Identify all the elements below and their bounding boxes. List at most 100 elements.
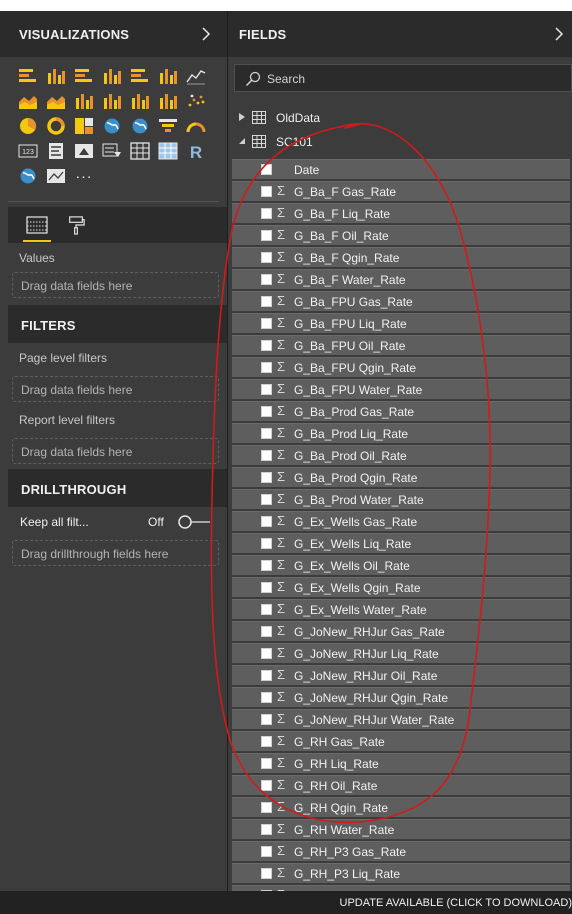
line-clustered-column-icon[interactable] [70,88,98,113]
field-row[interactable]: Σ G_Ba_FPU Qgin_Rate [232,357,570,377]
field-checkbox[interactable] [261,384,272,395]
field-row[interactable]: Σ G_Ba_F Qgin_Rate [232,247,570,267]
field-checkbox[interactable] [261,472,272,483]
field-row[interactable]: Σ G_Ba_Prod Water_Rate [232,489,570,509]
field-row[interactable]: Σ G_RH_P3 Gas_Rate [232,841,570,861]
ribbon-chart-icon[interactable] [126,88,154,113]
field-checkbox[interactable] [261,626,272,637]
field-checkbox[interactable] [261,714,272,725]
field-row[interactable]: Σ G_Ba_FPU Oil_Rate [232,335,570,355]
field-row[interactable]: Σ G_Ba_Prod Gas_Rate [232,401,570,421]
field-row[interactable]: Σ G_JoNew_RHJur Liq_Rate [232,643,570,663]
image-visual-icon[interactable] [42,163,70,188]
field-row[interactable]: Σ G_Ex_Wells Liq_Rate [232,533,570,553]
more-visuals-icon[interactable]: ··· [70,163,98,188]
field-checkbox[interactable] [261,494,272,505]
field-checkbox[interactable] [261,582,272,593]
expand-arrow-icon[interactable] [238,112,246,122]
field-checkbox[interactable] [261,362,272,373]
field-checkbox[interactable] [261,824,272,835]
field-checkbox[interactable] [261,868,272,879]
map-icon[interactable] [98,113,126,138]
field-checkbox[interactable] [261,230,272,241]
field-row[interactable]: Σ G_RH Gas_Rate [232,731,570,751]
stacked-column-chart-icon[interactable] [42,63,70,88]
field-checkbox[interactable] [261,736,272,747]
field-checkbox[interactable] [261,648,272,659]
field-row[interactable]: Σ G_Ba_Prod Oil_Rate [232,445,570,465]
clustered-column-chart-icon[interactable] [98,63,126,88]
field-row[interactable]: Σ G_JoNew_RHJur Water_Rate [232,709,570,729]
field-checkbox[interactable] [261,538,272,549]
page-filters-drop-zone[interactable]: Drag data fields here [12,376,219,402]
fields-tab-icon[interactable] [23,213,51,237]
field-row[interactable]: Σ G_Ba_Prod Qgin_Rate [232,467,570,487]
field-row[interactable]: Σ G_Ex_Wells Qgin_Rate [232,577,570,597]
field-row[interactable]: Σ G_RH_P3 Liq_Rate [232,863,570,883]
100-stacked-column-chart-icon[interactable] [154,63,182,88]
field-row[interactable]: Σ G_Ba_F Gas_Rate [232,181,570,201]
donut-chart-icon[interactable] [42,113,70,138]
field-row[interactable]: Σ G_Ba_F Oil_Rate [232,225,570,245]
collapse-arrow-icon[interactable] [238,136,246,146]
field-checkbox[interactable] [261,758,272,769]
field-row[interactable]: Σ G_Ex_Wells Water_Rate [232,599,570,619]
scatter-chart-icon[interactable] [182,88,210,113]
update-available-bar[interactable]: UPDATE AVAILABLE (CLICK TO DOWNLOAD) [0,891,572,914]
field-row[interactable]: Σ G_RH Water_Rate [232,819,570,839]
field-checkbox[interactable] [261,692,272,703]
field-checkbox[interactable] [261,802,272,813]
field-checkbox[interactable] [261,164,272,175]
field-checkbox[interactable] [261,318,272,329]
drillthrough-drop-zone[interactable]: Drag drillthrough fields here [12,540,219,566]
funnel-chart-icon[interactable] [154,113,182,138]
r-script-visual-icon[interactable]: R [182,138,210,163]
kpi-icon[interactable] [70,138,98,163]
waterfall-chart-icon[interactable] [154,88,182,113]
field-checkbox[interactable] [261,450,272,461]
field-row[interactable]: Σ G_Ba_FPU Gas_Rate [232,291,570,311]
report-filters-drop-zone[interactable]: Drag data fields here [12,438,219,464]
fields-search-box[interactable]: Search [234,64,572,92]
field-row[interactable]: Σ G_RH Liq_Rate [232,753,570,773]
field-row[interactable]: Σ G_Ba_FPU Liq_Rate [232,313,570,333]
field-checkbox[interactable] [261,252,272,263]
pie-chart-icon[interactable] [14,113,42,138]
field-checkbox[interactable] [261,406,272,417]
field-checkbox[interactable] [261,428,272,439]
values-drop-zone[interactable]: Drag data fields here [12,272,219,298]
collapse-fields-chevron-icon[interactable] [552,25,566,43]
field-row[interactable]: Σ G_JoNew_RHJur Gas_Rate [232,621,570,641]
field-row[interactable]: Σ G_JoNew_RHJur Oil_Rate [232,665,570,685]
field-row[interactable]: Σ G_Ex_Wells Oil_Rate [232,555,570,575]
field-checkbox[interactable] [261,296,272,307]
field-row[interactable]: Σ G_Ba_FPU Water_Rate [232,379,570,399]
format-paintroller-icon[interactable] [62,213,90,237]
globe-map-icon[interactable] [14,163,42,188]
field-checkbox[interactable] [261,274,272,285]
line-chart-icon[interactable] [182,63,210,88]
table-node-olddata[interactable]: OldData [228,107,572,129]
field-row[interactable]: Σ G_RH Qgin_Rate [232,797,570,817]
field-row[interactable]: Σ G_JoNew_RHJur Qgin_Rate [232,687,570,707]
field-row[interactable]: Σ G_Ba_F Liq_Rate [232,203,570,223]
field-checkbox[interactable] [261,780,272,791]
update-available-text[interactable]: UPDATE AVAILABLE (CLICK TO DOWNLOAD) [340,897,572,909]
field-checkbox[interactable] [261,516,272,527]
multi-row-card-icon[interactable] [42,138,70,163]
field-checkbox[interactable] [261,560,272,571]
field-checkbox[interactable] [261,208,272,219]
field-row[interactable]: Σ G_Ba_F Water_Rate [232,269,570,289]
search-input[interactable]: Search [267,72,305,86]
table-visual-icon[interactable] [126,138,154,163]
field-checkbox[interactable] [261,604,272,615]
matrix-icon[interactable] [154,138,182,163]
slicer-icon[interactable] [98,138,126,163]
card-icon[interactable]: 123 [14,138,42,163]
field-checkbox[interactable] [261,186,272,197]
field-checkbox[interactable] [261,670,272,681]
gauge-icon[interactable] [182,113,210,138]
stacked-area-chart-icon[interactable] [42,88,70,113]
treemap-icon[interactable] [70,113,98,138]
100-stacked-bar-chart-icon[interactable] [126,63,154,88]
